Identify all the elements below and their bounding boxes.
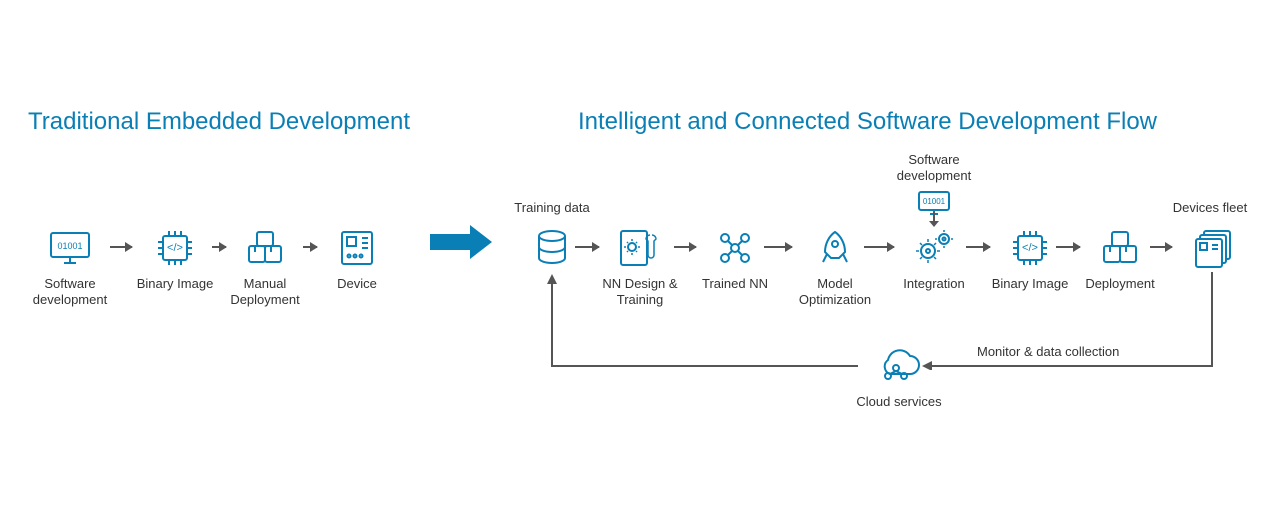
boxes-icon <box>225 226 305 270</box>
arrow-icon <box>864 246 894 248</box>
monitor-code-icon: 01001 <box>30 226 110 270</box>
label: Binary Image <box>135 276 215 292</box>
arrow-down-icon <box>928 212 940 228</box>
node-manual-deploy: Manual Deployment <box>225 226 305 309</box>
label: Device <box>317 276 397 292</box>
label: Cloud services <box>854 394 944 410</box>
node-devices-fleet <box>1172 226 1252 276</box>
node-training-data <box>512 226 592 276</box>
device-stack-icon <box>1172 226 1252 270</box>
big-arrow-icon <box>430 234 470 250</box>
arrow-icon <box>764 246 792 248</box>
arrow-icon <box>212 246 226 248</box>
feedback-monitor-label: Monitor & data collection <box>977 344 1119 360</box>
svg-text:01001: 01001 <box>57 241 82 251</box>
chip-code-icon: </> <box>990 226 1070 270</box>
doc-gear-wrench-icon <box>600 226 680 270</box>
svg-text:01001: 01001 <box>923 197 946 206</box>
title-traditional: Traditional Embedded Development <box>28 108 410 136</box>
svg-text:</>: </> <box>167 242 183 254</box>
label: Software development <box>884 152 984 185</box>
pcb-icon <box>317 226 397 270</box>
arrow-icon <box>1056 246 1080 248</box>
label: Manual Deployment <box>225 276 305 309</box>
arrow-icon <box>966 246 990 248</box>
chip-code-icon: </> <box>135 226 215 270</box>
arrow-icon <box>674 246 696 248</box>
svg-text:</>: </> <box>1022 242 1038 254</box>
node-sw-dev: 01001 Software development <box>30 226 110 309</box>
arrow-icon <box>575 246 599 248</box>
node-binary-image: </> Binary Image <box>135 226 215 292</box>
boxes-icon <box>1080 226 1160 270</box>
above-label-devices-fleet: Devices fleet <box>1165 200 1255 216</box>
feedback-arrow-cloud-training <box>546 272 866 372</box>
arrow-icon <box>1150 246 1172 248</box>
arrow-icon <box>110 246 132 248</box>
node-device: Device <box>317 226 397 292</box>
rocket-icon <box>790 226 880 270</box>
above-label-training-data: Training data <box>502 200 602 216</box>
gears-icon <box>894 226 974 270</box>
title-intelligent: Intelligent and Connected Software Devel… <box>578 108 1157 136</box>
database-icon <box>512 226 592 270</box>
network-icon <box>695 226 775 270</box>
arrow-icon <box>303 246 317 248</box>
label: Software development <box>30 276 110 309</box>
